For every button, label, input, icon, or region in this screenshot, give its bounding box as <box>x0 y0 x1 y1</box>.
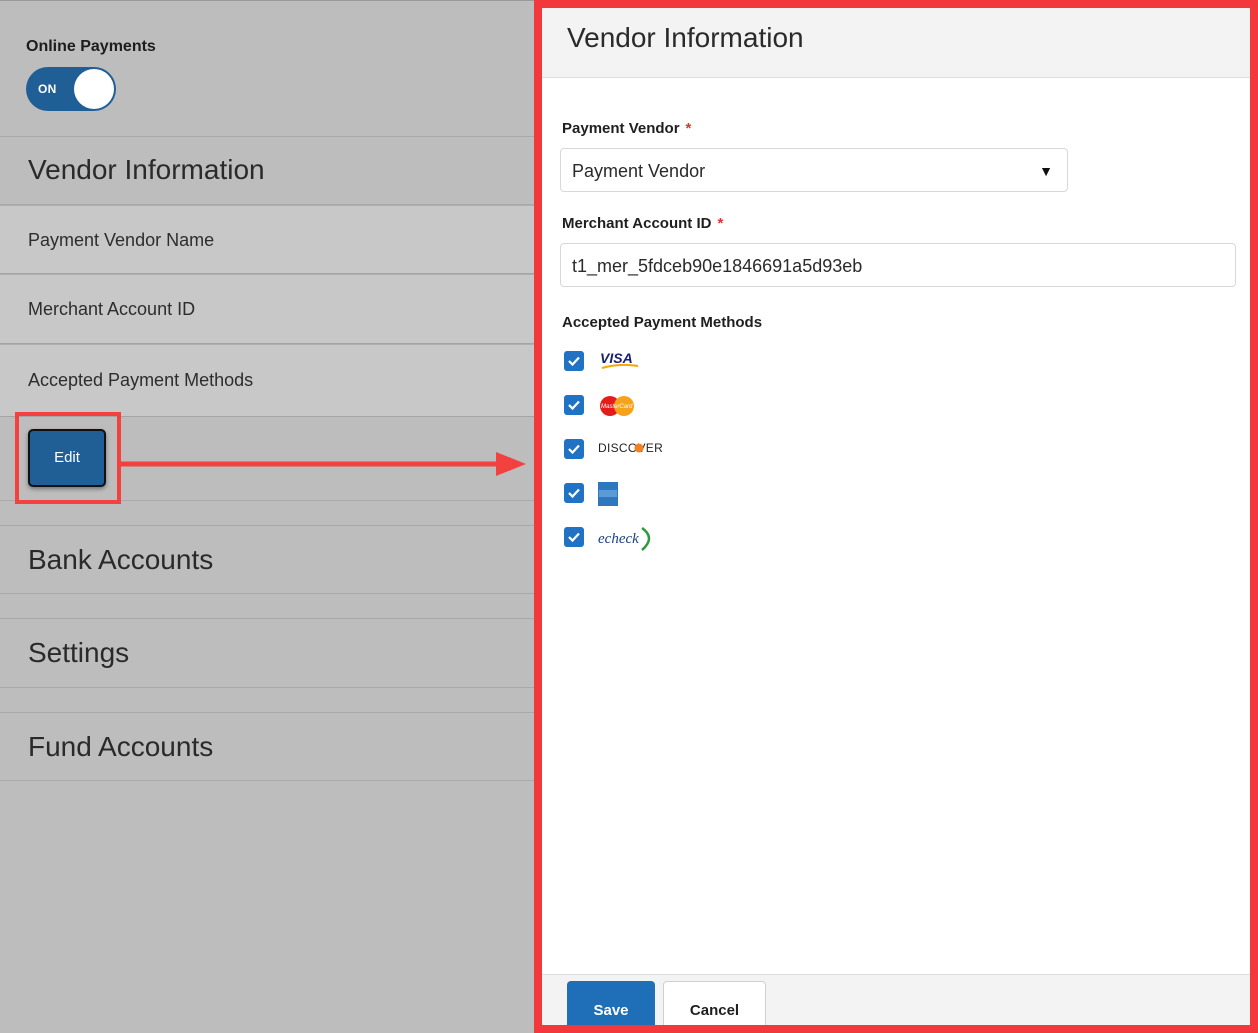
left-panel: Online Payments ON Vendor Information Pa… <box>0 0 534 1033</box>
vendor-information-section-heading: Vendor Information <box>0 137 534 205</box>
payment-method-discover: DISCOVER <box>564 439 704 463</box>
payment-method-american-express <box>564 482 684 507</box>
merchant-account-id-label: Merchant Account ID <box>28 299 196 319</box>
payment-vendor-name-label: Payment Vendor Name <box>28 230 215 250</box>
settings-section[interactable]: Settings <box>0 619 534 688</box>
american-express-logo-icon <box>598 482 618 506</box>
section-divider <box>0 501 534 526</box>
echeck-logo-icon: echeck <box>598 526 651 551</box>
panel-footer: Save Cancel <box>542 974 1250 1025</box>
panel-header: Vendor Information <box>542 8 1250 78</box>
vendor-information-panel: Vendor Information Payment Vendor * Payme… <box>534 0 1258 1033</box>
discover-logo-icon: DISCOVER <box>598 441 663 455</box>
echeck-logo-text: echeck <box>598 531 639 547</box>
section-divider <box>0 688 534 713</box>
mastercard-logo-text: MasterCard <box>601 404 633 410</box>
amex-checkbox[interactable] <box>564 483 584 503</box>
accepted-payment-methods-label: Accepted Payment Methods <box>28 370 254 390</box>
cancel-button[interactable]: Cancel <box>663 981 766 1025</box>
merchant-account-id-value: t1_mer_5fdceb90e1846691a5d93eb <box>572 256 863 276</box>
required-marker: * <box>685 120 692 137</box>
payment-vendor-selected-value: Payment Vendor <box>572 161 706 181</box>
accepted-payment-methods-row: Accepted Payment Methods <box>0 344 534 417</box>
visa-logo-icon: VISA <box>600 350 639 369</box>
save-button[interactable]: Save <box>567 981 655 1025</box>
settings-heading: Settings <box>28 637 130 668</box>
merchant-account-label-text: Merchant Account ID <box>562 215 712 232</box>
online-payments-toggle[interactable]: ON <box>26 67 116 111</box>
fund-accounts-heading: Fund Accounts <box>28 731 214 762</box>
accepted-payment-methods-label: Accepted Payment Methods <box>562 314 763 331</box>
online-payments-title: Online Payments <box>26 38 156 55</box>
bank-accounts-section[interactable]: Bank Accounts <box>0 526 534 594</box>
visa-logo-text: VISA <box>600 350 633 366</box>
payment-vendor-label-text: Payment Vendor <box>562 120 680 137</box>
discover-logo-text: DISCOVER <box>598 441 663 455</box>
merchant-account-id-row: Merchant Account ID <box>0 274 534 344</box>
dropdown-caret-icon: ▼ <box>1039 163 1053 179</box>
toggle-state-label: ON <box>38 82 57 96</box>
payment-vendor-field-label: Payment Vendor * <box>562 120 691 137</box>
merchant-account-field-label: Merchant Account ID * <box>562 215 723 232</box>
online-payments-block: Online Payments ON <box>0 1 534 137</box>
edit-button[interactable]: Edit <box>28 429 106 487</box>
visa-checkbox[interactable] <box>564 351 584 371</box>
callout-arrow-icon <box>120 452 526 476</box>
mastercard-checkbox[interactable] <box>564 395 584 415</box>
toggle-knob <box>74 69 114 109</box>
echeck-checkbox[interactable] <box>564 527 584 547</box>
merchant-account-id-input[interactable]: t1_mer_5fdceb90e1846691a5d93eb <box>560 243 1236 287</box>
section-divider <box>0 594 534 619</box>
required-marker: * <box>717 215 724 232</box>
bank-accounts-heading: Bank Accounts <box>28 544 214 575</box>
payment-vendor-name-row: Payment Vendor Name <box>0 205 534 274</box>
payment-method-visa: VISA <box>564 350 684 375</box>
discover-checkbox[interactable] <box>564 439 584 459</box>
mastercard-logo-icon: MasterCard <box>600 396 634 416</box>
payment-method-echeck: echeck <box>564 526 684 551</box>
payment-vendor-select[interactable]: Payment Vendor ▼ <box>560 148 1068 192</box>
payment-method-mastercard: MasterCard <box>564 395 684 419</box>
vendor-information-heading-text: Vendor Information <box>28 154 265 185</box>
fund-accounts-section[interactable]: Fund Accounts <box>0 713 534 781</box>
panel-title: Vendor Information <box>567 22 804 53</box>
